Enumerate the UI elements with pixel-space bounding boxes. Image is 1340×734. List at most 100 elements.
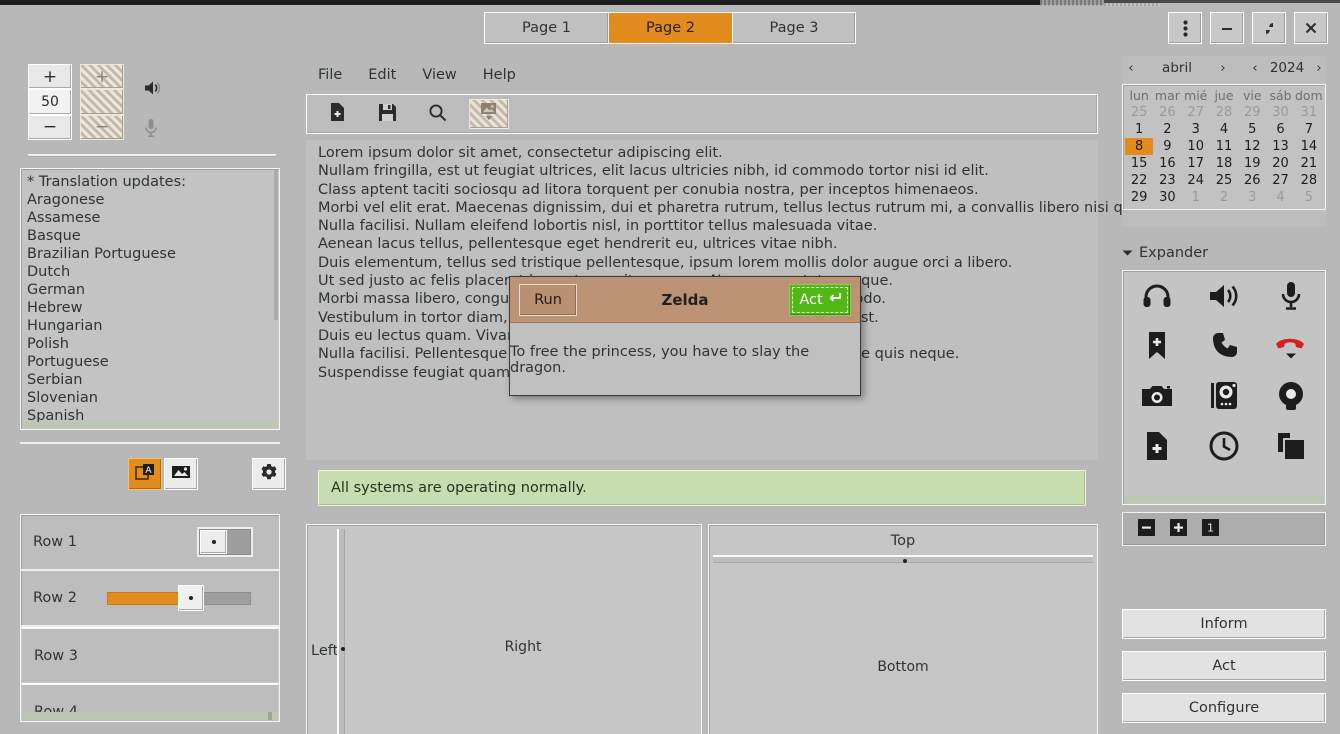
calendar-day[interactable]: 10 [1182,138,1210,155]
calendar-day[interactable]: 15 [1125,155,1153,172]
zoom-reset-button[interactable]: 1 [1201,518,1219,538]
calendar-day[interactable]: 28 [1210,104,1238,121]
photo-camera-icon[interactable] [1190,371,1257,421]
list-item[interactable]: * Translation updates: [27,173,279,191]
calendar-day[interactable]: 4 [1266,189,1294,206]
speaker-icon[interactable] [1190,271,1257,321]
table-row[interactable]: Row 2 [21,571,279,627]
headphones-icon[interactable] [1123,271,1190,321]
calendar-day[interactable]: 2 [1153,121,1181,138]
calendar-day[interactable]: 29 [1238,104,1266,121]
list-item[interactable]: Hebrew [27,299,279,317]
calendar-day[interactable]: 27 [1266,172,1294,189]
menu-item-file[interactable]: File [318,67,342,83]
calendar-day[interactable]: 22 [1125,172,1153,189]
calendar-day[interactable]: 3 [1238,189,1266,206]
expander-header[interactable]: Expander [1122,242,1326,264]
zoom-in-button[interactable] [1169,518,1187,538]
row-toggle-switch[interactable] [197,527,253,557]
list-item[interactable]: Hungarian [27,317,279,335]
translation-list[interactable]: * Translation updates: Aragonese Assames… [20,168,280,430]
act-button[interactable]: Act [1122,651,1326,681]
phone-icon[interactable] [1190,321,1257,371]
menu-item-view[interactable]: View [422,67,456,83]
new-document-button[interactable] [319,99,355,129]
list-item[interactable]: Polish [27,335,279,353]
copy-icon[interactable] [1258,421,1325,471]
list-item[interactable]: Aragonese [27,191,279,209]
calendar-day[interactable]: 27 [1182,104,1210,121]
dialog-act-button[interactable]: Act [789,283,851,316]
list-item[interactable]: Assamese [27,209,279,227]
configure-button[interactable]: Configure [1122,693,1326,723]
camera-icon[interactable] [1123,371,1190,421]
dialog-run-button[interactable]: Run [519,283,577,316]
calendar-day[interactable]: 13 [1266,138,1294,155]
list-item[interactable]: Slovenian [27,389,279,407]
calendar-day[interactable]: 30 [1266,104,1294,121]
tab-page-3[interactable]: Page 3 [732,12,856,44]
calendar-day[interactable]: 17 [1182,155,1210,172]
restore-button[interactable] [1252,12,1286,44]
calendar-day[interactable]: 16 [1153,155,1181,172]
spinner-decrement-button[interactable]: − [28,114,72,140]
list-item[interactable]: Dutch [27,263,279,281]
calendar-day[interactable]: 2 [1210,189,1238,206]
image-tool-button[interactable] [164,458,198,490]
list-item[interactable]: Basque [27,227,279,245]
new-file-icon[interactable] [1123,421,1190,471]
rows-list[interactable]: Row 1 Row 2 Row 3 Ro [20,514,280,722]
calendar-day[interactable]: 28 [1295,172,1323,189]
calendar-day[interactable]: 6 [1266,121,1294,138]
calendar-day[interactable]: 20 [1266,155,1294,172]
volume-icon[interactable] [136,68,196,108]
list-vertical-scrollbar[interactable] [274,170,278,320]
calendar-day[interactable]: 26 [1153,104,1181,121]
rows-horizontal-scrollbar[interactable] [22,712,278,720]
menu-item-help[interactable]: Help [483,67,516,83]
save-button[interactable] [369,99,405,129]
calendar-day[interactable]: 1 [1182,189,1210,206]
calendar-day-selected[interactable]: 8 [1125,138,1154,155]
calendar-day[interactable]: 25 [1210,172,1238,189]
bookmark-add-icon[interactable] [1123,321,1190,371]
calendar-day[interactable]: 31 [1295,104,1323,121]
list-item[interactable]: Portuguese [27,353,279,371]
clock-icon[interactable] [1190,421,1257,471]
calendar-day[interactable]: 3 [1182,121,1210,138]
inform-button[interactable]: Inform [1122,609,1326,639]
tab-page-1[interactable]: Page 1 [484,12,608,44]
calendar-day[interactable]: 11 [1210,138,1238,155]
slider-knob[interactable] [177,585,204,611]
row-slider[interactable] [107,585,251,611]
calendar-day[interactable]: 23 [1153,172,1181,189]
calendar-day[interactable]: 19 [1238,155,1266,172]
calendar-prev-year-button[interactable]: ‹ [1246,60,1264,76]
calendar-day[interactable]: 12 [1238,138,1266,155]
calendar-grid[interactable]: lun mar mié jue vie sáb dom 25 26 27 28 29 30… [1122,84,1326,210]
list-item[interactable]: German [27,281,279,299]
horizontal-splitter-handle[interactable] [713,555,1093,563]
table-row[interactable]: Row 3 [21,627,279,683]
calendar-prev-month-button[interactable]: ‹ [1122,60,1140,76]
calendar-day[interactable]: 24 [1182,172,1210,189]
spinner-increment-button[interactable]: + [28,64,72,90]
calendar-day[interactable]: 4 [1210,121,1238,138]
calendar-day[interactable]: 7 [1295,121,1323,138]
icon-palette-scroll-shade[interactable] [1124,496,1324,503]
menu-button[interactable] [1168,12,1202,44]
vertical-splitter-handle[interactable] [337,529,345,734]
calendar-day[interactable]: 5 [1238,121,1266,138]
calendar-day[interactable]: 21 [1295,155,1323,172]
minimize-button[interactable] [1210,12,1244,44]
calendar-day[interactable]: 1 [1125,121,1153,138]
calendar-next-year-button[interactable]: › [1310,60,1328,76]
table-row[interactable]: Row 1 [21,515,279,571]
calendar-day[interactable]: 30 [1153,189,1181,206]
tab-page-2[interactable]: Page 2 [608,12,732,44]
list-item[interactable]: Serbian [27,371,279,389]
number-spinner[interactable]: + 50 − [28,64,72,140]
list-item[interactable]: Brazilian Portuguese [27,245,279,263]
calendar-day[interactable]: 26 [1238,172,1266,189]
microphone-icon[interactable] [1258,271,1325,321]
